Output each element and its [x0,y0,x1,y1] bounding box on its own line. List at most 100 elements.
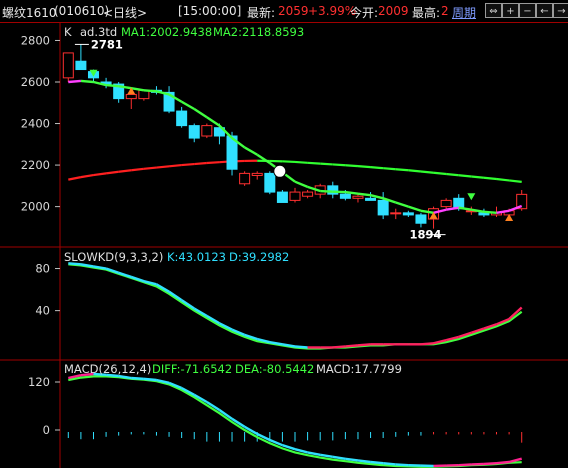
indicator-labels: K ad.3td MA1:2002.9438 MA2:2118.8593 SLO… [64,25,402,376]
ma2-segment [194,161,207,166]
macd-panel [67,372,523,468]
candle-up [390,212,402,215]
macd-label: MACD(26,12,4) [64,362,151,376]
diff-segment [496,460,510,465]
candle-down [365,197,377,201]
y-tick-label: 40 [35,304,50,318]
smiley-icon [273,164,287,178]
diff-readout: DIFF:-71.6542 [152,362,232,376]
title-bar: 螺纹1610 (010610) <日线> [15:00:00] 最新: 2059… [0,0,568,23]
zoom-out-icon[interactable]: − [519,3,536,18]
expand-icon[interactable]: ⇔ [485,3,502,18]
diff-segment [357,459,371,464]
candle-up [251,172,263,176]
d-line [68,263,523,350]
zoom-in-icon[interactable]: + [502,3,519,18]
candle-up [201,125,213,137]
ma2-segment [118,169,132,173]
period-label: <日线> [103,6,148,20]
ma2-segment [446,172,459,177]
candle-down [264,172,276,193]
ma1-segment [193,107,208,119]
candle-down [377,199,389,216]
candle-down [276,191,288,203]
diff-segment [483,462,497,466]
dea-line [68,375,522,468]
y-tick-label: 80 [35,262,50,276]
ma2-segment [345,164,359,168]
ma1-segment [357,192,371,197]
ma2-segment [471,175,485,179]
k-segment [357,343,371,347]
ma1-segment [143,89,157,93]
candle-down [176,110,188,127]
candle-down [415,214,427,224]
macd-readout: MACD:17.7799 [316,362,402,376]
ma1-segment [407,205,422,212]
ma2-segment [307,161,321,165]
candle-down [75,60,87,71]
k-segment [332,345,346,349]
change-percent: +3.99% [308,4,357,18]
contract-label: ad.3td [80,25,117,39]
diff-segment [370,460,384,465]
diff-segment [143,377,157,382]
ma2-segment [181,162,195,167]
cycle-link[interactable]: 周期 [452,4,476,21]
ma1-segment [294,180,309,188]
k-segment [345,344,359,348]
slowkd-label: SLOWKD(9,3,3,2) [64,250,163,264]
ma1-segment [181,100,195,111]
y-tick-label: 2800 [21,33,50,47]
arrow-left-icon[interactable]: ← [536,3,553,18]
candle-up [352,195,364,199]
latest-value: 2059 [278,4,309,18]
ma2-segment [168,163,182,168]
candle-down [339,193,351,199]
high-value: 2 [441,4,449,18]
quote-time: [15:00:00] [178,4,242,18]
ma2-segment [332,163,346,167]
ma1-readout: MA1:2002.9438 [121,25,212,39]
ma2-segment [131,167,144,172]
candle-up [440,199,452,208]
d-readout: D:39.2982 [229,250,289,264]
latest-label: 最新: [247,6,276,20]
k-segment [294,345,308,349]
ma2-segment [105,170,119,175]
ma1-segment [80,79,94,84]
price-panel-label: K [64,25,72,39]
low-marker-label: 1894 [410,228,442,242]
open-value: 2009 [378,4,409,18]
ma1-segment [458,206,472,211]
ma2-segment [383,167,396,171]
y-tick-label: 120 [28,375,50,389]
high-label: 最高: [412,6,441,20]
ma2-segment [357,165,371,169]
candle-down [188,125,200,139]
y-axis: 2000 2200 2400 2600 2800 40 80 0 120 [21,33,60,437]
ma1-segment [68,79,81,84]
ma1-segment [206,116,221,127]
open-label: 今开: [350,6,379,20]
candle-up [62,52,74,79]
y-tick-label: 2600 [21,75,50,89]
ma2-segment [294,160,308,164]
ma1-segment [244,146,258,156]
ma2-segment [156,165,170,169]
ma2-segment [458,174,472,178]
ma2-segment [408,169,422,173]
ma2-segment [496,177,510,182]
high-marker-label: 2781 [91,37,123,51]
diff-segment [395,463,409,467]
k-readout: K:43.0123 [167,250,226,264]
price-panel: 2781 1894 [62,37,528,242]
ma1-segment [105,83,119,88]
diff-segment [458,463,472,467]
ma2-segment [206,161,220,165]
arrow-right-icon[interactable]: → [553,3,568,18]
candle-up [289,191,301,201]
symbol-name: 螺纹1610 [2,6,57,20]
diff-segment [131,376,144,380]
ma1-segment [483,210,497,215]
